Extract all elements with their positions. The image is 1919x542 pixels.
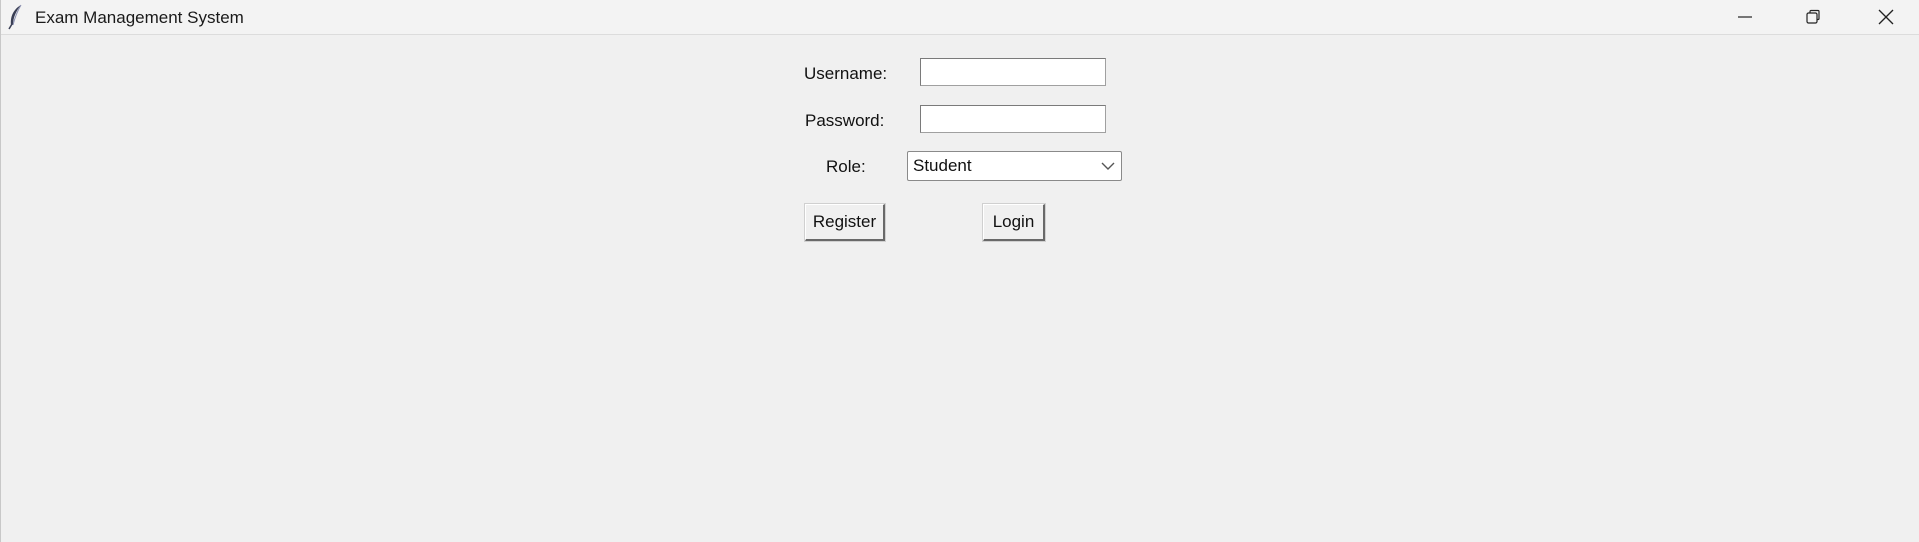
restore-icon [1806, 9, 1820, 24]
minimize-button[interactable] [1711, 0, 1779, 34]
app-window: Exam Management System Username: Passwor… [0, 0, 1919, 542]
login-form: Username: Password: Role: Student Regist… [1, 35, 1919, 542]
restore-button[interactable] [1779, 0, 1847, 34]
close-icon [1878, 9, 1894, 25]
close-button[interactable] [1852, 0, 1919, 34]
minimize-icon [1738, 16, 1752, 18]
chevron-down-icon[interactable] [1100, 161, 1116, 171]
register-button[interactable]: Register [805, 204, 885, 241]
role-label: Role: [826, 157, 866, 176]
username-input[interactable] [920, 58, 1106, 86]
login-button[interactable]: Login [983, 204, 1045, 241]
username-label: Username: [804, 64, 888, 83]
title-bar[interactable]: Exam Management System [1, 0, 1919, 35]
role-selected-value: Student [913, 156, 972, 175]
password-label: Password: [805, 111, 885, 130]
window-title: Exam Management System [35, 8, 244, 27]
feather-icon [8, 4, 22, 30]
password-input[interactable] [920, 105, 1106, 133]
role-dropdown[interactable]: Student [907, 151, 1122, 181]
